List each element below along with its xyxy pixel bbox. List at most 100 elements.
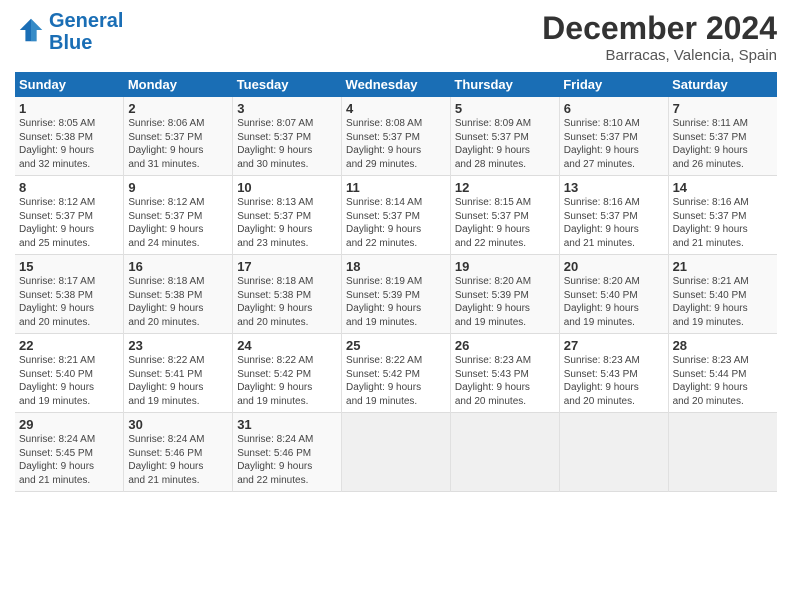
day-info: Sunrise: 8:20 AM Sunset: 5:39 PM Dayligh… <box>455 275 555 329</box>
calendar-week-row: 15Sunrise: 8:17 AM Sunset: 5:38 PM Dayli… <box>15 255 777 334</box>
day-number: 28 <box>673 338 773 353</box>
day-info: Sunrise: 8:23 AM Sunset: 5:44 PM Dayligh… <box>673 354 773 408</box>
day-number: 24 <box>237 338 337 353</box>
day-info: Sunrise: 8:11 AM Sunset: 5:37 PM Dayligh… <box>673 117 773 171</box>
calendar-week-row: 29Sunrise: 8:24 AM Sunset: 5:45 PM Dayli… <box>15 413 777 492</box>
calendar-cell: 5Sunrise: 8:09 AM Sunset: 5:37 PM Daylig… <box>450 97 559 176</box>
calendar-cell: 8Sunrise: 8:12 AM Sunset: 5:37 PM Daylig… <box>15 176 124 255</box>
calendar-cell: 25Sunrise: 8:22 AM Sunset: 5:42 PM Dayli… <box>342 334 451 413</box>
day-number: 15 <box>19 259 119 274</box>
day-number: 16 <box>128 259 228 274</box>
weekday-header: Saturday <box>668 72 777 97</box>
calendar-cell: 2Sunrise: 8:06 AM Sunset: 5:37 PM Daylig… <box>124 97 233 176</box>
calendar-cell: 21Sunrise: 8:21 AM Sunset: 5:40 PM Dayli… <box>668 255 777 334</box>
day-info: Sunrise: 8:07 AM Sunset: 5:37 PM Dayligh… <box>237 117 337 171</box>
day-info: Sunrise: 8:24 AM Sunset: 5:46 PM Dayligh… <box>128 433 228 487</box>
calendar-cell: 16Sunrise: 8:18 AM Sunset: 5:38 PM Dayli… <box>124 255 233 334</box>
calendar-week-row: 22Sunrise: 8:21 AM Sunset: 5:40 PM Dayli… <box>15 334 777 413</box>
day-number: 25 <box>346 338 446 353</box>
day-info: Sunrise: 8:05 AM Sunset: 5:38 PM Dayligh… <box>19 117 119 171</box>
calendar-cell <box>342 413 451 492</box>
logo-text-blue: Blue <box>49 32 123 54</box>
day-number: 8 <box>19 180 119 195</box>
calendar-cell: 23Sunrise: 8:22 AM Sunset: 5:41 PM Dayli… <box>124 334 233 413</box>
logo-text-general: General <box>49 10 123 32</box>
day-info: Sunrise: 8:24 AM Sunset: 5:46 PM Dayligh… <box>237 433 337 487</box>
calendar-week-row: 1Sunrise: 8:05 AM Sunset: 5:38 PM Daylig… <box>15 97 777 176</box>
day-number: 23 <box>128 338 228 353</box>
day-info: Sunrise: 8:22 AM Sunset: 5:42 PM Dayligh… <box>237 354 337 408</box>
calendar-cell: 24Sunrise: 8:22 AM Sunset: 5:42 PM Dayli… <box>233 334 342 413</box>
day-number: 7 <box>673 101 773 116</box>
calendar-cell <box>668 413 777 492</box>
day-info: Sunrise: 8:06 AM Sunset: 5:37 PM Dayligh… <box>128 117 228 171</box>
weekday-header: Thursday <box>450 72 559 97</box>
day-info: Sunrise: 8:09 AM Sunset: 5:37 PM Dayligh… <box>455 117 555 171</box>
calendar-cell: 28Sunrise: 8:23 AM Sunset: 5:44 PM Dayli… <box>668 334 777 413</box>
calendar-cell: 27Sunrise: 8:23 AM Sunset: 5:43 PM Dayli… <box>559 334 668 413</box>
calendar-cell: 19Sunrise: 8:20 AM Sunset: 5:39 PM Dayli… <box>450 255 559 334</box>
day-info: Sunrise: 8:13 AM Sunset: 5:37 PM Dayligh… <box>237 196 337 250</box>
calendar-cell: 1Sunrise: 8:05 AM Sunset: 5:38 PM Daylig… <box>15 97 124 176</box>
calendar-cell: 26Sunrise: 8:23 AM Sunset: 5:43 PM Dayli… <box>450 334 559 413</box>
calendar-cell: 18Sunrise: 8:19 AM Sunset: 5:39 PM Dayli… <box>342 255 451 334</box>
main-title: December 2024 <box>542 10 777 47</box>
calendar-cell: 7Sunrise: 8:11 AM Sunset: 5:37 PM Daylig… <box>668 97 777 176</box>
calendar-cell: 9Sunrise: 8:12 AM Sunset: 5:37 PM Daylig… <box>124 176 233 255</box>
day-number: 17 <box>237 259 337 274</box>
day-info: Sunrise: 8:20 AM Sunset: 5:40 PM Dayligh… <box>564 275 664 329</box>
day-number: 14 <box>673 180 773 195</box>
calendar-cell: 6Sunrise: 8:10 AM Sunset: 5:37 PM Daylig… <box>559 97 668 176</box>
day-number: 18 <box>346 259 446 274</box>
title-block: December 2024 Barracas, Valencia, Spain <box>542 10 777 64</box>
day-number: 1 <box>19 101 119 116</box>
day-info: Sunrise: 8:24 AM Sunset: 5:45 PM Dayligh… <box>19 433 119 487</box>
calendar-cell: 14Sunrise: 8:16 AM Sunset: 5:37 PM Dayli… <box>668 176 777 255</box>
calendar-cell <box>559 413 668 492</box>
day-info: Sunrise: 8:21 AM Sunset: 5:40 PM Dayligh… <box>19 354 119 408</box>
calendar-cell: 22Sunrise: 8:21 AM Sunset: 5:40 PM Dayli… <box>15 334 124 413</box>
day-info: Sunrise: 8:22 AM Sunset: 5:41 PM Dayligh… <box>128 354 228 408</box>
calendar-table: SundayMondayTuesdayWednesdayThursdayFrid… <box>15 72 777 492</box>
day-info: Sunrise: 8:17 AM Sunset: 5:38 PM Dayligh… <box>19 275 119 329</box>
calendar-cell: 13Sunrise: 8:16 AM Sunset: 5:37 PM Dayli… <box>559 176 668 255</box>
calendar-cell: 29Sunrise: 8:24 AM Sunset: 5:45 PM Dayli… <box>15 413 124 492</box>
calendar-body: 1Sunrise: 8:05 AM Sunset: 5:38 PM Daylig… <box>15 97 777 492</box>
day-info: Sunrise: 8:23 AM Sunset: 5:43 PM Dayligh… <box>455 354 555 408</box>
day-number: 30 <box>128 417 228 432</box>
day-info: Sunrise: 8:22 AM Sunset: 5:42 PM Dayligh… <box>346 354 446 408</box>
subtitle: Barracas, Valencia, Spain <box>542 47 777 64</box>
logo-icon <box>17 16 45 44</box>
weekday-header: Monday <box>124 72 233 97</box>
day-info: Sunrise: 8:14 AM Sunset: 5:37 PM Dayligh… <box>346 196 446 250</box>
weekday-header: Tuesday <box>233 72 342 97</box>
day-number: 31 <box>237 417 337 432</box>
calendar-cell: 31Sunrise: 8:24 AM Sunset: 5:46 PM Dayli… <box>233 413 342 492</box>
day-info: Sunrise: 8:16 AM Sunset: 5:37 PM Dayligh… <box>564 196 664 250</box>
day-number: 22 <box>19 338 119 353</box>
day-number: 13 <box>564 180 664 195</box>
calendar-cell: 3Sunrise: 8:07 AM Sunset: 5:37 PM Daylig… <box>233 97 342 176</box>
header: General Blue December 2024 Barracas, Val… <box>15 10 777 64</box>
day-info: Sunrise: 8:12 AM Sunset: 5:37 PM Dayligh… <box>128 196 228 250</box>
weekday-header: Sunday <box>15 72 124 97</box>
calendar-cell: 4Sunrise: 8:08 AM Sunset: 5:37 PM Daylig… <box>342 97 451 176</box>
day-info: Sunrise: 8:08 AM Sunset: 5:37 PM Dayligh… <box>346 117 446 171</box>
day-info: Sunrise: 8:10 AM Sunset: 5:37 PM Dayligh… <box>564 117 664 171</box>
day-number: 10 <box>237 180 337 195</box>
calendar-cell: 30Sunrise: 8:24 AM Sunset: 5:46 PM Dayli… <box>124 413 233 492</box>
day-info: Sunrise: 8:21 AM Sunset: 5:40 PM Dayligh… <box>673 275 773 329</box>
day-info: Sunrise: 8:15 AM Sunset: 5:37 PM Dayligh… <box>455 196 555 250</box>
day-number: 2 <box>128 101 228 116</box>
calendar-cell: 10Sunrise: 8:13 AM Sunset: 5:37 PM Dayli… <box>233 176 342 255</box>
weekday-header: Wednesday <box>342 72 451 97</box>
calendar-cell: 20Sunrise: 8:20 AM Sunset: 5:40 PM Dayli… <box>559 255 668 334</box>
logo: General Blue <box>15 10 123 54</box>
day-number: 9 <box>128 180 228 195</box>
calendar-cell: 15Sunrise: 8:17 AM Sunset: 5:38 PM Dayli… <box>15 255 124 334</box>
day-info: Sunrise: 8:23 AM Sunset: 5:43 PM Dayligh… <box>564 354 664 408</box>
day-number: 19 <box>455 259 555 274</box>
day-info: Sunrise: 8:19 AM Sunset: 5:39 PM Dayligh… <box>346 275 446 329</box>
day-number: 26 <box>455 338 555 353</box>
day-number: 20 <box>564 259 664 274</box>
